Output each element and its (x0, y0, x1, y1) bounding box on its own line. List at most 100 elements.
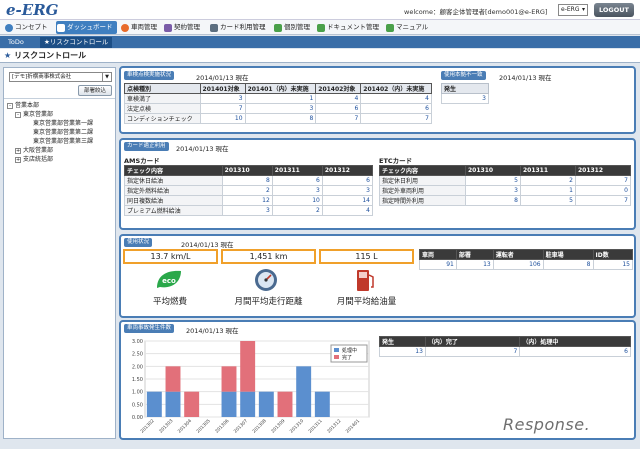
mismatch-date: 2014/01/13 現在 (499, 74, 552, 82)
tree-node[interactable]: + 大阪営業部 (15, 147, 53, 155)
row-label: 指定時間外利用 (379, 195, 466, 206)
table-cell[interactable]: 4 (321, 205, 374, 216)
contract-icon (164, 24, 172, 32)
accident-bar-chart: 3.002.502.001.501.000.500.00201302 201303… (132, 339, 370, 435)
table-cell[interactable]: 2 (271, 205, 323, 216)
table-cell[interactable]: 3 (321, 185, 374, 196)
system-selector[interactable]: e-ERG ▾ (558, 4, 588, 16)
filter-department-button[interactable]: 部署絞込 (78, 85, 112, 96)
table-cell[interactable]: 3 (465, 185, 521, 196)
table-cell[interactable]: 10 (199, 113, 246, 124)
tree-node[interactable]: - 東京営業部 (15, 111, 53, 119)
y-tick-label: 3.00 (132, 339, 143, 345)
table-cell[interactable]: 13 (455, 259, 494, 270)
logout-button[interactable]: LOGOUT (594, 3, 634, 17)
tree-node[interactable]: 東京営業部営業第二課 (33, 129, 93, 137)
tab-todo[interactable]: ToDo (4, 37, 28, 48)
table-cell[interactable]: 7 (360, 113, 432, 124)
nav-card[interactable]: カード利用管理 (209, 21, 266, 34)
table-cell[interactable]: 6 (321, 175, 374, 186)
table-cell[interactable]: 3 (441, 93, 489, 104)
column-header: （内）処理中 (519, 336, 631, 347)
expand-icon[interactable]: + (15, 148, 21, 154)
table-cell[interactable]: 4 (360, 93, 432, 104)
collapse-icon[interactable]: - (15, 112, 21, 118)
table-row: 指定外燃料給油 2 3 3 (124, 185, 374, 196)
table-cell[interactable]: 8 (465, 195, 521, 206)
column-header: 201401対象 (199, 83, 246, 94)
card-usage-panel: カード適正利用 2014/01/13 現在 AMSカード チェック内容 2013… (119, 138, 636, 230)
table-cell[interactable]: 3 (199, 93, 246, 104)
table-cell[interactable]: 6 (360, 103, 432, 114)
app-header: e-ERG welcome：顧客企体管理者[demo001@e-ERG] e-E… (0, 0, 640, 20)
nav-document[interactable]: ドキュメント管理 (316, 21, 379, 34)
x-tick-label: 201305 (195, 418, 211, 434)
tab-risk-control[interactable]: ★リスクコントロール (40, 37, 113, 48)
table-header-row: チェック内容 201310 201311 201312 (124, 165, 374, 176)
table-cell[interactable]: 8 (221, 175, 273, 186)
table-cell[interactable]: 7 (199, 103, 246, 114)
kpi-monthly-fuel: 115 L (319, 249, 414, 264)
legend-label: 処理中 (342, 347, 357, 354)
table-cell[interactable]: 7 (424, 346, 521, 357)
table-cell[interactable]: 0 (574, 185, 632, 196)
tree-node-label: 営業本部 (15, 102, 40, 109)
y-tick-label: 0.50 (132, 402, 143, 408)
column-header: 201402（内）未実施 (360, 83, 432, 94)
table-cell[interactable]: 91 (419, 259, 457, 270)
table-cell[interactable]: 5 (465, 175, 521, 186)
nav-individual[interactable]: 個別管理 (273, 21, 310, 34)
table-cell[interactable]: 6 (519, 346, 631, 357)
legend-label: 完了 (342, 354, 352, 361)
nav-manual[interactable]: マニュアル (385, 21, 428, 34)
nav-vehicle[interactable]: 車両管理 (120, 21, 157, 34)
table-cell[interactable]: 7 (574, 195, 632, 206)
tree-node-label: 東京営業部 (23, 111, 54, 118)
table-cell[interactable]: 8 (244, 113, 317, 124)
table-cell[interactable]: 106 (492, 259, 544, 270)
table-cell[interactable]: 6 (271, 175, 323, 186)
table-cell[interactable]: 3 (221, 205, 273, 216)
app-logo[interactable]: e-ERG (6, 1, 58, 19)
table-cell[interactable]: 2 (221, 185, 273, 196)
nav-concept[interactable]: コンセプト (4, 21, 48, 34)
table-cell[interactable]: 3 (271, 185, 323, 196)
table-cell[interactable]: 7 (315, 113, 362, 124)
column-header: 201311 (271, 165, 323, 176)
table-cell[interactable]: 10 (271, 195, 323, 206)
system-selector-value: e-ERG (561, 6, 580, 13)
nav-dashboard[interactable]: ダッシュボード (56, 21, 117, 34)
expand-icon[interactable]: + (15, 157, 21, 163)
table-row: 13 7 6 (379, 346, 631, 357)
table-cell[interactable]: 1 (519, 185, 576, 196)
card-date: 2014/01/13 現在 (176, 145, 229, 153)
tree-node[interactable]: - 営業本部 (7, 102, 39, 110)
table-cell[interactable]: 15 (592, 259, 633, 270)
collapse-icon[interactable]: - (7, 103, 13, 109)
bar-完了 (221, 366, 237, 392)
table-cell[interactable]: 6 (315, 103, 362, 114)
tree-node[interactable]: + 支店統括部 (15, 156, 53, 164)
table-cell[interactable]: 4 (315, 93, 362, 104)
table-cell[interactable]: 12 (221, 195, 273, 206)
tree-node-label: 支店統括部 (23, 156, 54, 163)
inspection-panel: 車検点検実施状況 2014/01/13 現在 点検種別 201401対象 201… (119, 66, 636, 134)
legend-swatch (334, 348, 339, 352)
table-cell[interactable]: 14 (321, 195, 374, 206)
table-cell[interactable]: 7 (574, 175, 632, 186)
y-tick-label: 1.50 (132, 377, 143, 383)
table-cell[interactable]: 13 (379, 346, 426, 357)
table-cell[interactable]: 1 (244, 93, 317, 104)
table-cell[interactable]: 8 (542, 259, 594, 270)
bar-処理中 (146, 391, 162, 417)
company-select[interactable]: [デモ]折横商事株式会社 ▼ (9, 72, 112, 82)
row-label: コンディションチェック (124, 113, 201, 124)
tree-node[interactable]: 東京営業部営業第三課 (33, 138, 93, 146)
table-cell[interactable]: 5 (519, 195, 576, 206)
x-tick-label: 201312 (326, 418, 342, 434)
table-header-row: 点検種別 201401対象 201401（内）未実施 201402対象 2014… (124, 83, 432, 94)
tree-node[interactable]: 東京営業部営業第一課 (33, 120, 93, 128)
table-cell[interactable]: 3 (244, 103, 317, 114)
table-cell[interactable]: 2 (519, 175, 576, 186)
nav-contract[interactable]: 契約管理 (163, 21, 200, 34)
